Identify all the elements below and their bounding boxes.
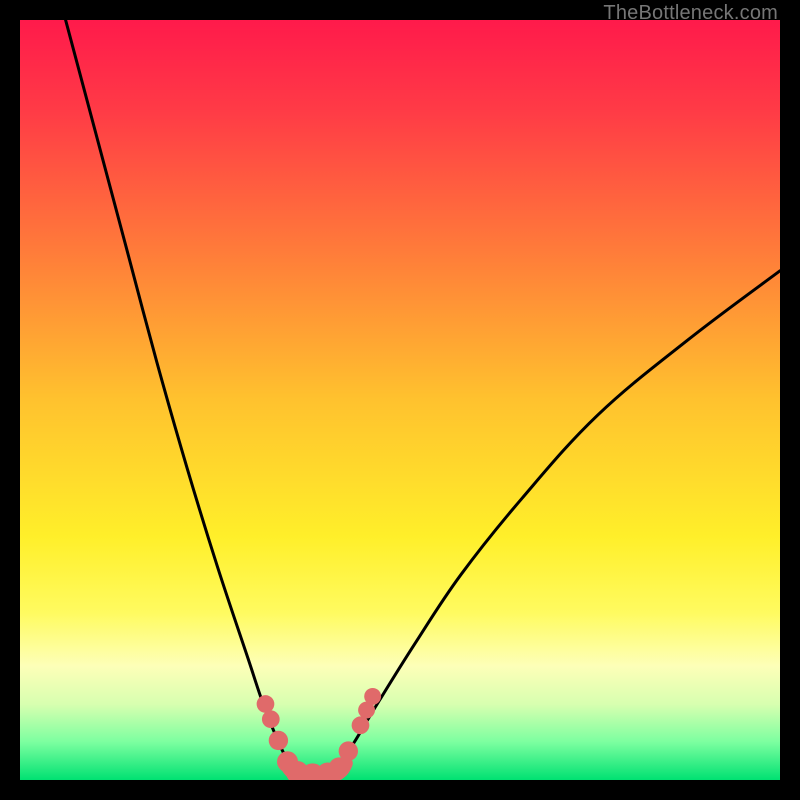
valley-marker [269,731,288,750]
valley-marker [364,688,381,705]
chart-frame [20,20,780,780]
watermark-text: TheBottleneck.com [603,2,778,25]
valley-marker [352,716,370,734]
bottleneck-chart [20,20,780,780]
valley-marker [257,695,275,713]
valley-marker [262,710,280,728]
valley-marker [339,741,358,760]
